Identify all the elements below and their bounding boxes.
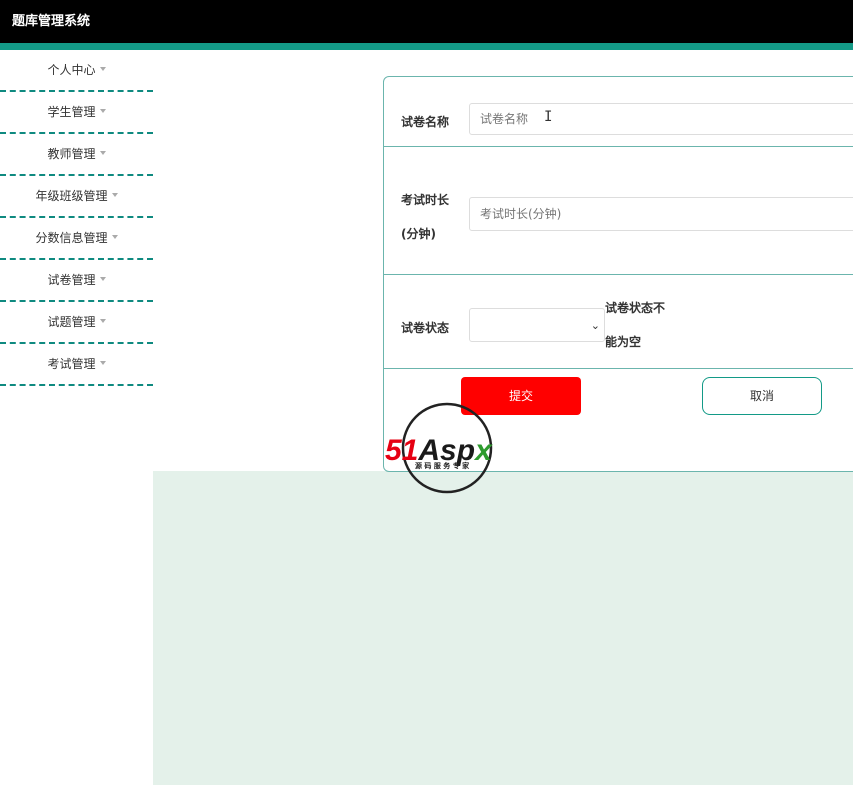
status-label: 试卷状态	[401, 321, 450, 335]
sidebar-item-label: 考试管理	[47, 357, 96, 371]
sidebar-item-label: 学生管理	[47, 105, 96, 119]
form-row-duration: 考试时长 (分钟)	[384, 147, 853, 275]
top-bar: 题库管理系统	[0, 0, 853, 43]
watermark-tagline: 源 码 服 务 专 家	[415, 461, 470, 470]
sidebar-item-exam-management[interactable]: 考试管理	[0, 344, 153, 386]
sidebar-item-teacher-management[interactable]: 教师管理	[0, 134, 153, 176]
caret-down-icon	[99, 360, 106, 365]
caret-down-icon	[99, 276, 106, 281]
paper-name-input[interactable]	[469, 103, 853, 135]
chevron-down-icon: ⌄	[590, 319, 600, 332]
cancel-button[interactable]: 取消	[702, 377, 822, 415]
accent-bar	[0, 43, 853, 50]
sidebar-item-score-management[interactable]: 分数信息管理	[0, 218, 153, 260]
form-row-name: 试卷名称	[384, 77, 853, 147]
status-error-line2: 能为空	[605, 335, 642, 349]
duration-input[interactable]	[469, 197, 853, 231]
watermark-logo: 51Aspx 源 码 服 务 专 家	[385, 402, 515, 494]
caret-down-icon	[111, 192, 118, 197]
sidebar-item-label: 试卷管理	[47, 273, 96, 287]
status-error-line1: 试卷状态不	[605, 301, 666, 315]
duration-label-line2: (分钟)	[401, 227, 436, 241]
sidebar-item-personal-center[interactable]: 个人中心	[0, 50, 153, 92]
sidebar-item-label: 个人中心	[47, 63, 96, 77]
form-row-status: 试卷状态 ⌄ 试卷状态不 能为空	[384, 275, 853, 369]
caret-down-icon	[99, 318, 106, 323]
sidebar-item-question-management[interactable]: 试题管理	[0, 302, 153, 344]
divider	[384, 368, 853, 369]
sidebar-item-label: 分数信息管理	[35, 231, 108, 245]
sidebar-menu: 个人中心 学生管理 教师管理 年级班级管理 分数信息管理 试卷管理 试题管理 考…	[0, 50, 153, 386]
watermark-graphic: 51Aspx 源 码 服 务 专 家	[385, 402, 493, 494]
caret-down-icon	[99, 108, 106, 113]
duration-label-line1: 考试时长	[401, 193, 450, 207]
paper-name-label: 试卷名称	[401, 115, 450, 129]
status-select[interactable]: ⌄	[469, 308, 605, 342]
sidebar-item-grade-class-management[interactable]: 年级班级管理	[0, 176, 153, 218]
caret-down-icon	[99, 150, 106, 155]
sidebar-item-paper-management[interactable]: 试卷管理	[0, 260, 153, 302]
sidebar-item-label: 年级班级管理	[35, 189, 108, 203]
app-title: 题库管理系统	[12, 14, 91, 29]
sidebar-item-label: 教师管理	[47, 147, 96, 161]
sidebar-item-label: 试题管理	[47, 315, 96, 329]
sidebar-item-student-management[interactable]: 学生管理	[0, 92, 153, 134]
content-background	[153, 471, 853, 785]
caret-down-icon	[99, 66, 106, 71]
caret-down-icon	[111, 234, 118, 239]
text-cursor-icon: I	[544, 109, 553, 125]
